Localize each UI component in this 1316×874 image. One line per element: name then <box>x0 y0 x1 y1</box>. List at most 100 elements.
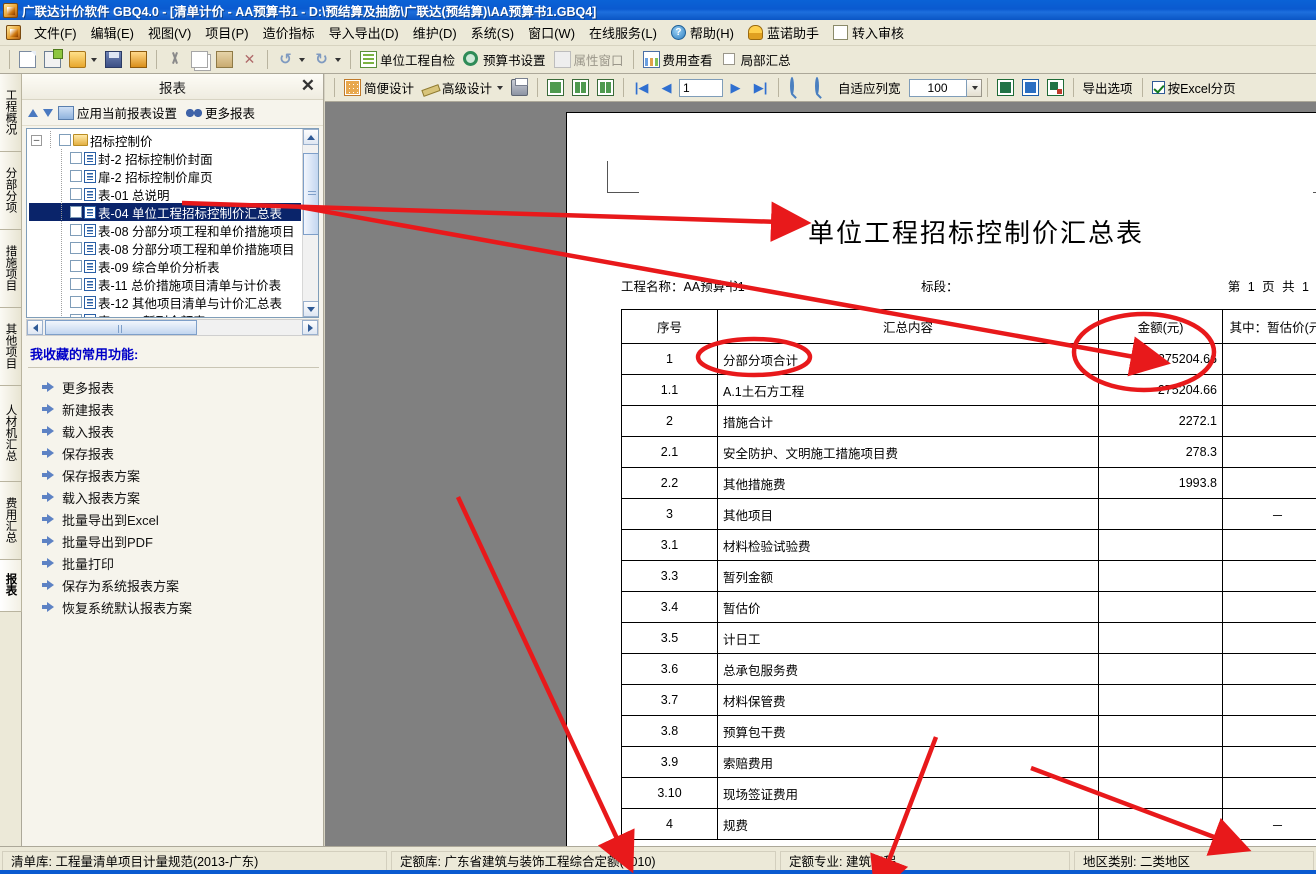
table-row[interactable]: 3.6 总承包服务费 <box>621 653 1316 685</box>
tree-item-division-measure-b[interactable]: 表-08 分部分项工程和单价措施项目 <box>29 239 301 257</box>
close-icon[interactable]: ✕ <box>301 76 315 96</box>
vtab-measure-items[interactable]: 措施项目 <box>0 230 22 308</box>
vtab-division-items[interactable]: 分部分项 <box>0 152 22 230</box>
zoom-value-input[interactable]: 100 <box>908 78 967 97</box>
table-row[interactable]: 3.8 预算包干费 <box>621 715 1316 747</box>
scroll-down-button[interactable] <box>303 301 318 317</box>
table-row[interactable]: 3.7 材料保管费 <box>621 684 1316 716</box>
fav-save-report-scheme[interactable]: 保存报表方案 <box>42 464 319 486</box>
tree-checkbox[interactable] <box>70 152 82 164</box>
fav-new-report[interactable]: 新建报表 <box>42 398 319 420</box>
prev-page-button[interactable]: ◀ <box>654 77 679 99</box>
scroll-thumb[interactable] <box>303 153 318 235</box>
menu-cost-index[interactable]: 造价指标 <box>256 20 322 45</box>
vtab-fee-summary[interactable]: 费用汇总 <box>0 482 22 560</box>
tree-checkbox[interactable] <box>70 278 82 290</box>
tree-checkbox[interactable] <box>70 242 82 254</box>
table-row[interactable]: 3 其他项目 － <box>621 498 1316 530</box>
scroll-left-button[interactable] <box>27 320 43 335</box>
view-two-page-button[interactable] <box>568 77 593 99</box>
zoom-in-button[interactable] <box>784 77 809 99</box>
tree-checkbox[interactable] <box>70 296 82 308</box>
tree-item-total-measure-list[interactable]: 表-11 总价措施项目清单与计价表 <box>29 275 301 293</box>
paste-button[interactable] <box>212 49 237 71</box>
table-row[interactable]: 2.2 其他措施费 1993.8 <box>621 467 1316 499</box>
toolbar-fee-view[interactable]: 费用查看 <box>639 49 717 71</box>
zoom-combo[interactable]: 100 <box>908 78 982 97</box>
menu-project[interactable]: 项目(P) <box>198 20 255 45</box>
view-single-page-button[interactable] <box>543 77 568 99</box>
menu-lannuo-assistant[interactable]: 蓝诺助手 <box>741 20 826 45</box>
vtab-other-items[interactable]: 其他项目 <box>0 308 22 386</box>
tree-checkbox[interactable] <box>59 134 71 146</box>
table-row[interactable]: 3.5 计日工 <box>621 622 1316 654</box>
table-row[interactable]: 3.4 暂估价 <box>621 591 1316 623</box>
menu-view[interactable]: 视图(V) <box>141 20 198 45</box>
apply-report-settings-button[interactable]: 应用当前报表设置 <box>58 103 177 122</box>
open-dropdown-chevron-icon[interactable] <box>91 57 97 62</box>
tree-horizontal-scrollbar[interactable] <box>26 319 319 336</box>
delete-button[interactable]: ✕ <box>237 49 262 71</box>
menu-file[interactable]: 文件(F) <box>27 20 84 45</box>
tree-item-unit-price-analysis[interactable]: 表-09 综合单价分析表 <box>29 257 301 275</box>
tree-item-cover[interactable]: 封-2 招标控制价封面 <box>29 149 301 167</box>
undo-button[interactable]: ↺ <box>273 49 309 71</box>
menu-system[interactable]: 系统(S) <box>464 20 521 45</box>
tree-checkbox[interactable] <box>70 170 82 182</box>
last-page-button[interactable]: ▶| <box>748 77 773 99</box>
document-preview-area[interactable]: 单位工程招标控制价汇总表 工程名称：AA预算书1 标段： 第 1 页 共 1 页… <box>325 102 1316 846</box>
tree-checkbox[interactable] <box>70 314 82 317</box>
tree-checkbox[interactable] <box>70 224 82 236</box>
tree-item-general-description[interactable]: 表-01 总说明 <box>29 185 301 203</box>
fav-batch-print[interactable]: 批量打印 <box>42 552 319 574</box>
hscroll-thumb[interactable] <box>45 320 197 335</box>
view-four-page-button[interactable] <box>593 77 618 99</box>
tree-item-title-page[interactable]: 扉-2 招标控制价扉页 <box>29 167 301 185</box>
move-up-icon[interactable] <box>28 108 38 117</box>
next-page-button[interactable]: ▶ <box>723 77 748 99</box>
vtab-project-overview[interactable]: 工程概况 <box>0 74 22 152</box>
new-project-button[interactable] <box>40 49 65 71</box>
toolbar-self-check[interactable]: 单位工程自检 <box>356 49 459 71</box>
open-file-button[interactable] <box>65 49 101 71</box>
fav-more-reports[interactable]: 更多报表 <box>42 376 319 398</box>
tree-checkbox[interactable] <box>70 260 82 272</box>
more-reports-button[interactable]: 更多报表 <box>186 103 255 122</box>
advanced-design-button[interactable]: 高级设计 <box>418 77 507 99</box>
export-word-button[interactable] <box>1018 77 1043 99</box>
tree-item-unit-project-summary[interactable]: 表-04 单位工程招标控制价汇总表 <box>29 203 301 221</box>
fav-batch-export-pdf[interactable]: 批量导出到PDF <box>42 530 319 552</box>
fit-column-width-button[interactable]: 自适应列宽 <box>834 77 905 99</box>
tree-item-other-items-summary[interactable]: 表-12 其他项目清单与计价汇总表 <box>29 293 301 311</box>
menu-window[interactable]: 窗口(W) <box>521 20 582 45</box>
zoom-out-button[interactable] <box>809 77 834 99</box>
redo-button[interactable]: ↻ <box>309 49 345 71</box>
export-other-button[interactable] <box>1043 77 1068 99</box>
menu-transfer-audit[interactable]: 转入审核 <box>826 20 911 45</box>
fav-restore-default-scheme[interactable]: 恢复系统默认报表方案 <box>42 596 319 618</box>
table-row[interactable]: 4 规费 － <box>621 808 1316 840</box>
tree-checkbox[interactable] <box>70 206 82 218</box>
fav-load-report[interactable]: 载入报表 <box>42 420 319 442</box>
advanced-design-chevron-down-icon[interactable] <box>497 85 504 90</box>
fav-save-as-system-scheme[interactable]: 保存为系统报表方案 <box>42 574 319 596</box>
scroll-up-button[interactable] <box>303 129 318 145</box>
tree-item-division-measure-a[interactable]: 表-08 分部分项工程和单价措施项目 <box>29 221 301 239</box>
table-row[interactable]: 3.9 索赔费用 <box>621 746 1316 778</box>
toolbar-partial-summary[interactable]: 局部汇总 <box>717 49 795 71</box>
tree-checkbox[interactable] <box>70 188 82 200</box>
menu-help[interactable]: ? 帮助(H) <box>664 20 741 45</box>
zoom-dropdown-button[interactable] <box>966 78 982 97</box>
table-row[interactable]: 2.1 安全防护、文明施工措施项目费 278.3 <box>621 436 1316 468</box>
fav-batch-export-excel[interactable]: 批量导出到Excel <box>42 508 319 530</box>
table-row[interactable]: 3.10 现场签证费用 <box>621 777 1316 809</box>
toolbar-budget-settings[interactable]: 预算书设置 <box>459 49 550 71</box>
menu-edit[interactable]: 编辑(E) <box>84 20 141 45</box>
table-row[interactable]: 2 措施合计 2272.1 <box>621 405 1316 437</box>
table-row[interactable]: 1 分部分项合计 275204.66 <box>621 343 1316 375</box>
fav-save-report[interactable]: 保存报表 <box>42 442 319 464</box>
export-options-button[interactable]: 导出选项 <box>1079 77 1137 99</box>
collapse-icon[interactable]: – <box>31 134 42 146</box>
excel-paging-checkbox[interactable]: 按Excel分页 <box>1148 77 1240 99</box>
copy-button[interactable] <box>187 49 212 71</box>
